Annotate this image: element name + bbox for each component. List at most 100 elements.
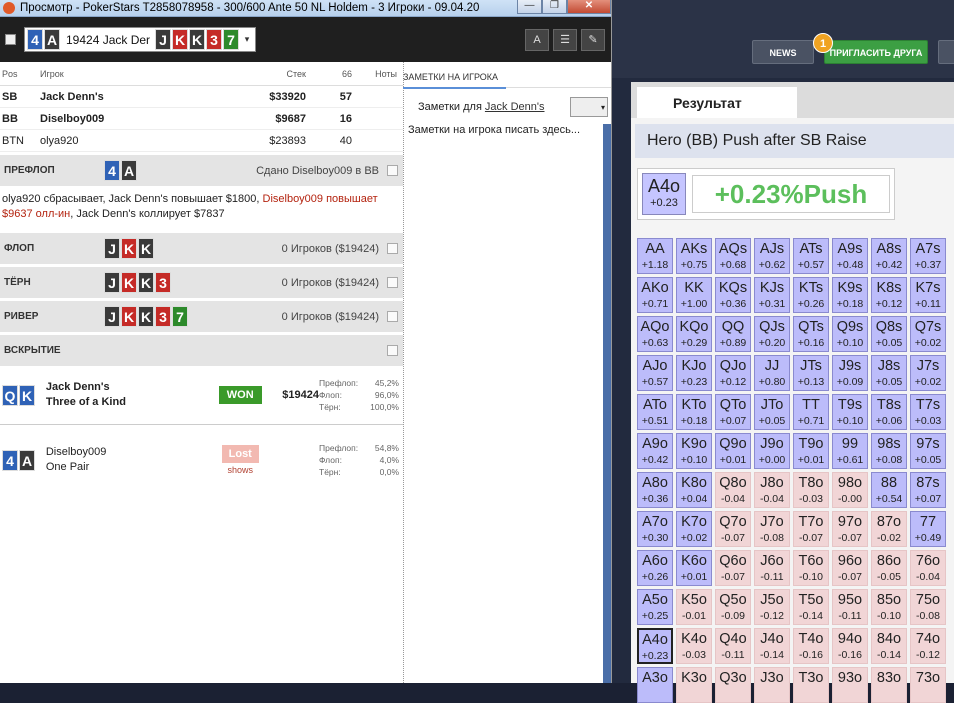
maximize-button[interactable]: ❐: [542, 0, 567, 14]
range-cell-t7s[interactable]: T7s +0.03: [910, 394, 946, 430]
range-cell-t9s[interactable]: T9s +0.10: [832, 394, 868, 430]
range-cell-a9s[interactable]: A9s +0.48: [832, 238, 868, 274]
range-cell-a3o[interactable]: A3o: [637, 667, 673, 703]
range-cell-j6o[interactable]: J6o -0.11: [754, 550, 790, 586]
street-checkbox[interactable]: [387, 243, 398, 254]
range-cell-kto[interactable]: KTo +0.18: [676, 394, 712, 430]
range-cell-a8o[interactable]: A8o +0.36: [637, 472, 673, 508]
minimize-button[interactable]: —: [517, 0, 542, 14]
range-cell-kqs[interactable]: KQs +0.36: [715, 277, 751, 313]
range-cell-j5o[interactable]: J5o -0.12: [754, 589, 790, 625]
range-cell-q5o[interactable]: Q5o -0.09: [715, 589, 751, 625]
range-cell-j7s[interactable]: J7s +0.02: [910, 355, 946, 391]
street-checkbox[interactable]: [387, 345, 398, 356]
range-cell-a7o[interactable]: A7o +0.30: [637, 511, 673, 547]
range-cell-j8o[interactable]: J8o -0.04: [754, 472, 790, 508]
range-cell-k9s[interactable]: K9s +0.18: [832, 277, 868, 313]
street-checkbox[interactable]: [387, 311, 398, 322]
table-row[interactable]: BB Diselboy009 $9687 16: [0, 108, 403, 130]
range-cell-t7o[interactable]: T7o -0.07: [793, 511, 829, 547]
range-cell-95o[interactable]: 95o -0.11: [832, 589, 868, 625]
range-cell-k5o[interactable]: K5o -0.01: [676, 589, 712, 625]
range-cell-84o[interactable]: 84o -0.14: [871, 628, 907, 664]
range-cell-q9s[interactable]: Q9s +0.10: [832, 316, 868, 352]
range-cell-kjo[interactable]: KJo +0.23: [676, 355, 712, 391]
range-cell-qjo[interactable]: QJo +0.12: [715, 355, 751, 391]
range-cell-ako[interactable]: AKo +0.71: [637, 277, 673, 313]
range-cell-qq[interactable]: QQ +0.89: [715, 316, 751, 352]
range-cell-94o[interactable]: 94o -0.16: [832, 628, 868, 664]
range-cell-85o[interactable]: 85o -0.10: [871, 589, 907, 625]
range-cell-t5o[interactable]: T5o -0.14: [793, 589, 829, 625]
range-cell-kqo[interactable]: KQo +0.29: [676, 316, 712, 352]
range-cell-97s[interactable]: 97s +0.05: [910, 433, 946, 469]
range-cell-75o[interactable]: 75o -0.08: [910, 589, 946, 625]
tab-player-notes[interactable]: ЗАМЕТКИ НА ИГРОКА: [403, 66, 507, 89]
range-cell-93o[interactable]: 93o: [832, 667, 868, 703]
range-cell-ajs[interactable]: AJs +0.62: [754, 238, 790, 274]
range-cell-97o[interactable]: 97o -0.07: [832, 511, 868, 547]
range-cell-kk[interactable]: KK +1.00: [676, 277, 712, 313]
street-checkbox[interactable]: [387, 277, 398, 288]
range-cell-k3o[interactable]: K3o: [676, 667, 712, 703]
range-cell-aqo[interactable]: AQo +0.63: [637, 316, 673, 352]
range-cell-j7o[interactable]: J7o -0.08: [754, 511, 790, 547]
range-cell-k9o[interactable]: K9o +0.10: [676, 433, 712, 469]
range-cell-77[interactable]: 77 +0.49: [910, 511, 946, 547]
range-cell-j3o[interactable]: J3o: [754, 667, 790, 703]
range-cell-qjs[interactable]: QJs +0.20: [754, 316, 790, 352]
range-cell-99[interactable]: 99 +0.61: [832, 433, 868, 469]
range-cell-a4o[interactable]: A4o +0.23: [637, 628, 673, 664]
note-color-dropdown[interactable]: ▾: [570, 97, 608, 117]
tab-result[interactable]: Результат: [637, 87, 797, 118]
range-cell-kjs[interactable]: KJs +0.31: [754, 277, 790, 313]
range-cell-q4o[interactable]: Q4o -0.11: [715, 628, 751, 664]
range-cell-q8o[interactable]: Q8o -0.04: [715, 472, 751, 508]
range-cell-74o[interactable]: 74o -0.12: [910, 628, 946, 664]
table-row[interactable]: SB Jack Denn's $33920 57: [0, 86, 403, 108]
range-cell-t3o[interactable]: T3o: [793, 667, 829, 703]
range-cell-ajo[interactable]: AJo +0.57: [637, 355, 673, 391]
notes-player-name[interactable]: Jack Denn's: [485, 101, 545, 113]
range-cell-q3o[interactable]: Q3o: [715, 667, 751, 703]
window-scrollbar[interactable]: [603, 124, 611, 683]
range-cell-jj[interactable]: JJ +0.80: [754, 355, 790, 391]
range-cell-j8s[interactable]: J8s +0.05: [871, 355, 907, 391]
range-cell-jts[interactable]: JTs +0.13: [793, 355, 829, 391]
range-cell-j4o[interactable]: J4o -0.14: [754, 628, 790, 664]
edit-icon[interactable]: ✎: [581, 28, 605, 51]
range-cell-a5o[interactable]: A5o +0.25: [637, 589, 673, 625]
range-cell-j9o[interactable]: J9o +0.00: [754, 433, 790, 469]
range-cell-k4o[interactable]: K4o -0.03: [676, 628, 712, 664]
range-cell-t8s[interactable]: T8s +0.06: [871, 394, 907, 430]
range-cell-jto[interactable]: JTo +0.05: [754, 394, 790, 430]
range-cell-k8o[interactable]: K8o +0.04: [676, 472, 712, 508]
news-button[interactable]: NEWS: [752, 40, 814, 64]
range-cell-kts[interactable]: KTs +0.26: [793, 277, 829, 313]
range-cell-q7o[interactable]: Q7o -0.07: [715, 511, 751, 547]
street-checkbox[interactable]: [387, 165, 398, 176]
range-cell-qts[interactable]: QTs +0.16: [793, 316, 829, 352]
range-cell-t9o[interactable]: T9o +0.01: [793, 433, 829, 469]
range-cell-83o[interactable]: 83o: [871, 667, 907, 703]
table-row[interactable]: BTN olya920 $23893 40: [0, 130, 403, 152]
range-cell-q7s[interactable]: Q7s +0.02: [910, 316, 946, 352]
range-cell-ats[interactable]: ATs +0.57: [793, 238, 829, 274]
range-cell-98s[interactable]: 98s +0.08: [871, 433, 907, 469]
range-cell-q8s[interactable]: Q8s +0.05: [871, 316, 907, 352]
range-cell-q6o[interactable]: Q6o -0.07: [715, 550, 751, 586]
range-cell-aks[interactable]: AKs +0.75: [676, 238, 712, 274]
range-cell-73o[interactable]: 73o: [910, 667, 946, 703]
range-cell-76o[interactable]: 76o -0.04: [910, 550, 946, 586]
range-cell-86o[interactable]: 86o -0.05: [871, 550, 907, 586]
range-cell-j9s[interactable]: J9s +0.09: [832, 355, 868, 391]
menu-button[interactable]: [938, 40, 954, 64]
close-button[interactable]: ✕: [567, 0, 611, 14]
range-cell-a7s[interactable]: A7s +0.37: [910, 238, 946, 274]
range-cell-q9o[interactable]: Q9o +0.01: [715, 433, 751, 469]
notes-textarea[interactable]: Заметки на игрока писать здесь...: [408, 124, 611, 136]
range-cell-t8o[interactable]: T8o -0.03: [793, 472, 829, 508]
range-cell-aa[interactable]: AA +1.18: [637, 238, 673, 274]
range-cell-a6o[interactable]: A6o +0.26: [637, 550, 673, 586]
range-cell-a8s[interactable]: A8s +0.42: [871, 238, 907, 274]
